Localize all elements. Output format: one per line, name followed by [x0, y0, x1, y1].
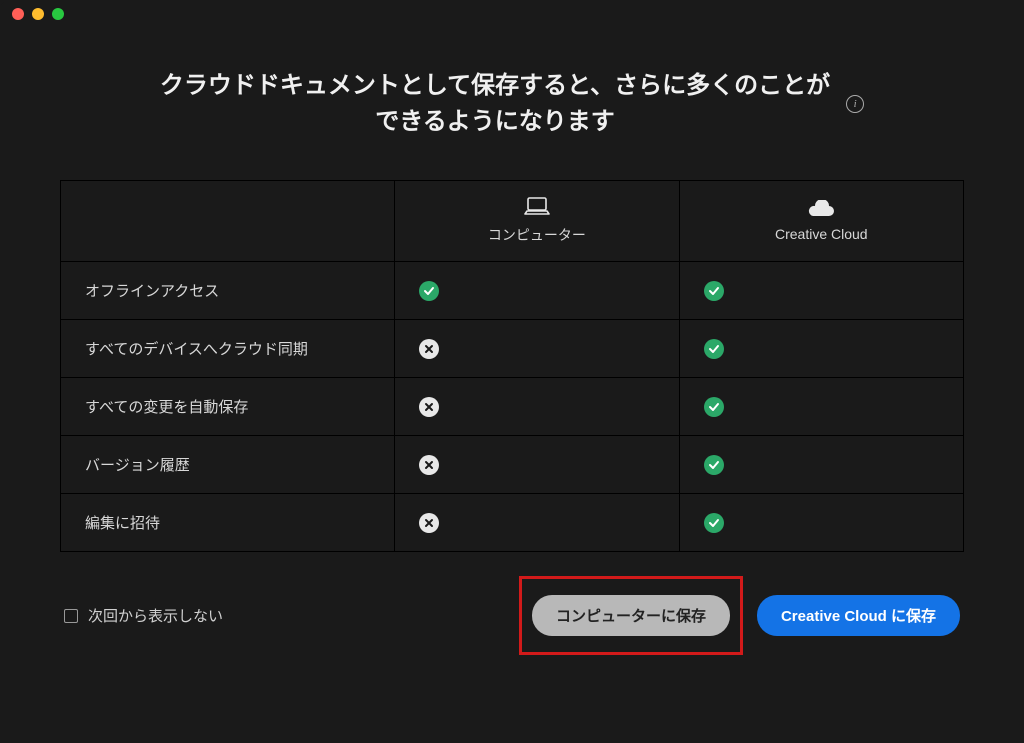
cross-icon: [419, 339, 439, 359]
dialog-content: クラウドドキュメントとして保存すると、さらに多くのことが できるようになります …: [0, 28, 1024, 685]
dialog-title-line1: クラウドドキュメントとして保存すると、さらに多くのことが: [160, 72, 830, 99]
save-to-cloud-button[interactable]: Creative Cloud に保存: [757, 595, 960, 636]
check-icon: [704, 339, 724, 359]
feature-label: 編集に招待: [61, 494, 395, 552]
table-row: オフラインアクセス: [61, 262, 964, 320]
window-titlebar: [0, 0, 1024, 28]
minimize-window-button[interactable]: [32, 8, 44, 20]
info-icon[interactable]: i: [846, 95, 864, 113]
empty-header: [61, 181, 395, 262]
close-window-button[interactable]: [12, 8, 24, 20]
table-row: 編集に招待: [61, 494, 964, 552]
feature-computer-value: [395, 494, 679, 552]
column-header-cloud: Creative Cloud: [679, 181, 963, 262]
cross-icon: [419, 513, 439, 533]
save-to-computer-button[interactable]: コンピューターに保存: [532, 595, 730, 636]
dialog-footer: 次回から表示しない コンピューターに保存 Creative Cloud に保存: [60, 576, 964, 655]
dialog-title-row: クラウドドキュメントとして保存すると、さらに多くのことが できるようになります …: [60, 68, 964, 140]
feature-cloud-value: [679, 436, 963, 494]
dont-show-again-checkbox[interactable]: 次回から表示しない: [64, 605, 223, 626]
feature-computer-value: [395, 320, 679, 378]
cross-icon: [419, 455, 439, 475]
feature-computer-value: [395, 378, 679, 436]
comparison-table: コンピューター Creative Cloud オフラインアクセスすべてのデバイ: [60, 180, 964, 552]
feature-computer-value: [395, 262, 679, 320]
dont-show-again-label: 次回から表示しない: [88, 605, 223, 626]
dialog-title: クラウドドキュメントとして保存すると、さらに多くのことが できるようになります: [160, 68, 830, 140]
column-header-computer-label: コンピューター: [488, 225, 586, 245]
table-row: すべての変更を自動保存: [61, 378, 964, 436]
feature-label: すべての変更を自動保存: [61, 378, 395, 436]
feature-label: オフラインアクセス: [61, 262, 395, 320]
feature-cloud-value: [679, 262, 963, 320]
feature-computer-value: [395, 436, 679, 494]
maximize-window-button[interactable]: [52, 8, 64, 20]
check-icon: [704, 281, 724, 301]
laptop-icon: [524, 197, 550, 217]
column-header-computer: コンピューター: [395, 181, 679, 262]
dialog-title-line2: できるようになります: [375, 108, 615, 135]
feature-cloud-value: [679, 494, 963, 552]
cloud-icon: [807, 200, 835, 218]
feature-cloud-value: [679, 378, 963, 436]
cross-icon: [419, 397, 439, 417]
feature-label: バージョン履歴: [61, 436, 395, 494]
check-icon: [704, 455, 724, 475]
check-icon: [704, 513, 724, 533]
button-row: コンピューターに保存 Creative Cloud に保存: [519, 576, 960, 655]
table-row: すべてのデバイスへクラウド同期: [61, 320, 964, 378]
feature-label: すべてのデバイスへクラウド同期: [61, 320, 395, 378]
table-row: バージョン履歴: [61, 436, 964, 494]
column-header-cloud-label: Creative Cloud: [775, 226, 868, 242]
checkbox-box[interactable]: [64, 609, 78, 623]
highlight-annotation: コンピューターに保存: [519, 576, 743, 655]
feature-cloud-value: [679, 320, 963, 378]
check-icon: [704, 397, 724, 417]
check-icon: [419, 281, 439, 301]
